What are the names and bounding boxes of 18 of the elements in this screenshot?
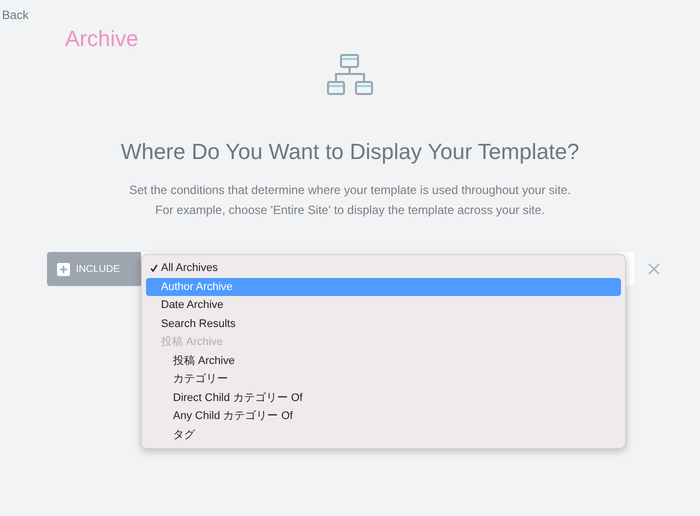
- menu-item[interactable]: Direct Child カテゴリー Of: [146, 388, 621, 407]
- description-text: For example, choose 'Entire Site' to display the template across your site.: [155, 203, 545, 218]
- sitemap-icon: [327, 54, 373, 96]
- menu-item[interactable]: タグ: [146, 426, 621, 444]
- close-icon[interactable]: [648, 263, 660, 275]
- plus-icon: [57, 262, 70, 276]
- back-link[interactable]: Back: [2, 9, 29, 21]
- page-title: Archive: [65, 28, 138, 50]
- menu-item[interactable]: All Archives: [146, 259, 621, 278]
- heading: Where Do You Want to Display Your Template?: [120, 141, 580, 163]
- description-text: Set the conditions that determine where your template is used throughout your site.: [129, 183, 571, 198]
- menu-item[interactable]: Date Archive: [146, 296, 621, 314]
- menu-item[interactable]: カテゴリー: [146, 370, 621, 388]
- check-icon: [150, 264, 158, 272]
- menu-group-label: 投稿 Archive: [161, 335, 223, 350]
- menu-item[interactable]: Any Child カテゴリー Of: [146, 407, 621, 426]
- menu-item[interactable]: 投稿 Archive: [146, 352, 621, 370]
- menu-item[interactable]: Search Results: [146, 314, 621, 333]
